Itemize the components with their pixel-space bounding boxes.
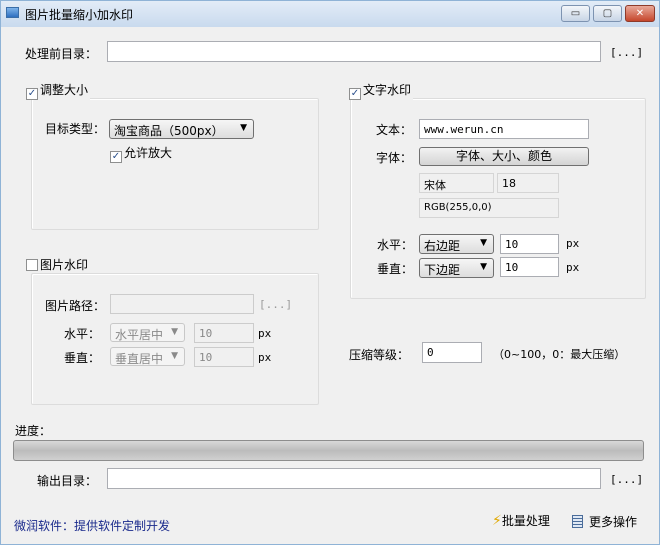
text-v-value: 下边距 [424, 263, 461, 277]
maximize-button[interactable]: ▢ [593, 5, 622, 22]
image-h-label: 水平： [64, 327, 101, 341]
target-type-value: 淘宝商品（500px） [114, 124, 224, 138]
output-dir-browse[interactable]: [...] [610, 473, 643, 486]
image-v-select[interactable]: 垂直居中 ▼ [110, 347, 185, 366]
image-v-value: 垂直居中 [115, 352, 164, 366]
text-v-unit: px [566, 261, 580, 274]
more-actions-label: 更多操作 [589, 515, 638, 529]
text-h-offset-input[interactable]: 10 [500, 234, 559, 254]
source-dir-label: 处理前目录： [25, 47, 98, 61]
image-v-offset-input[interactable]: 10 [194, 347, 254, 367]
allow-enlarge-checkbox[interactable]: ✓ 允许放大 [110, 144, 172, 163]
batch-process-label: 批量处理 [501, 514, 550, 528]
font-name-field: 宋体 [419, 173, 494, 193]
text-v-select[interactable]: 下边距 ▼ [419, 258, 494, 278]
title-bar: 图片批量缩小加水印 ▭ ▢ ✕ [1, 1, 659, 27]
more-actions-button[interactable]: 更多操作 [572, 513, 637, 530]
text-h-select[interactable]: 右边距 ▼ [419, 234, 494, 254]
resize-checkbox[interactable]: ✓ 调整大小 [26, 81, 91, 100]
text-watermark-checkbox[interactable]: ✓ 文字水印 [349, 81, 414, 100]
font-label: 字体： [376, 151, 413, 165]
output-dir-input[interactable] [107, 468, 601, 489]
font-color-field: RGB(255,0,0) [419, 198, 559, 218]
watermark-text-input[interactable]: www.werun.cn [419, 119, 589, 139]
source-dir-input[interactable] [107, 41, 601, 62]
main-window: 图片批量缩小加水印 ▭ ▢ ✕ 处理前目录： [...] ✓ 调整大小 目标类型：… [0, 0, 660, 545]
vendor-link[interactable]: 微润软件：提供软件定制开发 [14, 517, 170, 534]
document-icon [572, 515, 583, 528]
text-h-value: 右边距 [424, 239, 461, 253]
lightning-icon: ⚡ [492, 513, 502, 529]
text-v-label: 垂直： [377, 262, 414, 276]
text-label: 文本： [376, 123, 413, 137]
chevron-down-icon: ▼ [171, 327, 178, 337]
resize-label: 调整大小 [40, 83, 89, 97]
chevron-down-icon: ▼ [240, 123, 247, 133]
checkbox-icon: ✓ [26, 88, 38, 100]
close-button[interactable]: ✕ [625, 5, 655, 22]
font-settings-button[interactable]: 字体、大小、颜色 [419, 147, 589, 166]
window-title: 图片批量缩小加水印 [25, 8, 134, 22]
image-watermark-label: 图片水印 [40, 258, 89, 272]
image-v-label: 垂直： [64, 351, 101, 365]
image-h-offset-input[interactable]: 10 [194, 323, 254, 343]
image-path-input[interactable] [110, 294, 254, 314]
image-watermark-checkbox[interactable]: 图片水印 [26, 256, 91, 273]
text-watermark-label: 文字水印 [363, 83, 412, 97]
checkbox-icon [26, 259, 38, 271]
app-icon [6, 7, 19, 18]
chevron-down-icon: ▼ [480, 262, 487, 272]
image-h-value: 水平居中 [115, 328, 164, 342]
text-v-offset-input[interactable]: 10 [500, 257, 559, 277]
image-h-unit: px [258, 327, 272, 340]
target-type-select[interactable]: 淘宝商品（500px） ▼ [109, 119, 254, 139]
font-size-field: 18 [497, 173, 559, 193]
source-dir-browse[interactable]: [...] [610, 46, 643, 59]
text-h-label: 水平： [377, 238, 414, 252]
progress-bar [13, 440, 644, 461]
compression-hint: （0~100，0：最大压缩） [493, 348, 626, 361]
batch-process-button[interactable]: ⚡批量处理 [492, 512, 550, 529]
compression-label: 压缩等级： [349, 348, 410, 362]
compression-input[interactable]: 0 [422, 342, 482, 363]
minimize-button[interactable]: ▭ [561, 5, 590, 22]
image-path-browse[interactable]: [...] [259, 298, 292, 311]
text-h-unit: px [566, 237, 580, 250]
allow-enlarge-label: 允许放大 [124, 146, 173, 160]
image-path-label: 图片路径： [45, 299, 106, 313]
resize-group [31, 98, 319, 230]
output-dir-label: 输出目录： [37, 474, 98, 488]
chevron-down-icon: ▼ [480, 238, 487, 248]
target-type-label: 目标类型： [45, 122, 106, 136]
checkbox-icon: ✓ [110, 151, 122, 163]
image-v-unit: px [258, 351, 272, 364]
chevron-down-icon: ▼ [171, 351, 178, 361]
checkbox-icon: ✓ [349, 88, 361, 100]
image-h-select[interactable]: 水平居中 ▼ [110, 323, 185, 342]
progress-label: 进度： [15, 424, 52, 438]
